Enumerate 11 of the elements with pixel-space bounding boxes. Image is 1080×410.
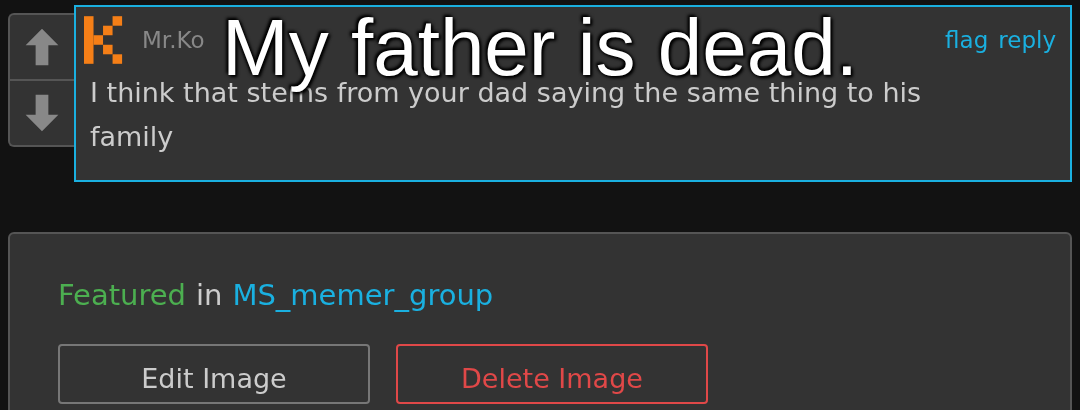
image-action-button[interactable]: Delete Image (396, 344, 708, 404)
username-link[interactable]: Mr.Ko (142, 27, 205, 53)
downvote-icon[interactable] (23, 93, 61, 133)
comment-action-link[interactable]: reply (998, 27, 1056, 53)
featured-label: Featured (58, 278, 186, 312)
comment-action-link[interactable]: flag (945, 27, 989, 53)
featured-joiner: in (196, 278, 223, 312)
avatar-icon[interactable] (84, 16, 124, 64)
image-action-button[interactable]: Edit Image (58, 344, 370, 404)
upvote-icon[interactable] (23, 27, 61, 67)
group-link[interactable]: MS_memer_group (232, 278, 494, 312)
